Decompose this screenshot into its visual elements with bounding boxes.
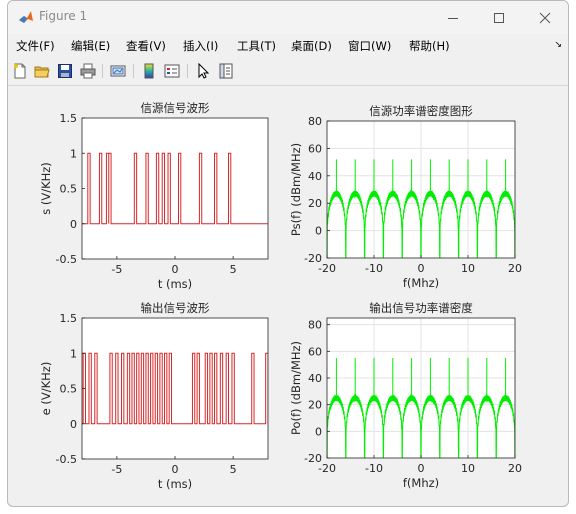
chart-title: 输出信号波形	[141, 301, 210, 315]
x-tick-label: 0	[172, 263, 179, 276]
y-tick-label: 0	[315, 225, 322, 238]
x-axis-label: t (ms)	[158, 277, 192, 291]
y-tick-label: -0.5	[56, 453, 77, 466]
x-tick-label: -5	[111, 263, 122, 276]
y-axis-label: Ps(f) (dBm/MHz)	[289, 143, 303, 236]
x-tick-label: 5	[230, 463, 237, 476]
x-tick-label: 20	[508, 462, 522, 475]
x-tick-label: -10	[365, 262, 383, 275]
y-axis-label: Po(f) (dBm/MHz)	[289, 341, 303, 435]
y-tick-label: 20	[308, 197, 322, 210]
y-tick-label: 0	[70, 418, 77, 431]
x-tick-label: -10	[365, 462, 383, 475]
y-tick-label: 1	[70, 147, 77, 160]
x-tick-label: 0	[418, 262, 425, 275]
x-axis-label: f(Mhz)	[403, 476, 439, 490]
y-tick-label: 80	[308, 319, 322, 332]
y-tick-label: -0.5	[56, 253, 77, 266]
y-tick-label: 0.5	[60, 183, 78, 196]
x-axis-label: f(Mhz)	[403, 276, 439, 290]
y-tick-label: 0	[70, 218, 77, 231]
y-axis-label: e (V/KHz)	[39, 362, 53, 416]
x-tick-label: 5	[230, 263, 237, 276]
axes-2: -20 -10 0 10 20-20020406080信源功率谱密度图形f(Mhz)Ps…	[289, 104, 522, 290]
chart-title: 输出信号功率谱密度	[369, 301, 473, 315]
y-tick-label: -20	[304, 452, 322, 465]
axes-4: -20 -10 0 10 20-20020406080输出信号功率谱密度f(Mhz)Po…	[289, 301, 522, 490]
x-tick-label: -5	[111, 463, 122, 476]
x-tick-label: 10	[461, 262, 475, 275]
figure-plot-area: -5 0 5 -0.5 0 0.5 1 1.5 信源信号波形 t (ms) s (V/KHz) -20…	[39, 101, 522, 491]
plot-background	[82, 118, 268, 259]
y-tick-label: -20	[304, 252, 322, 265]
y-tick-label: 1.5	[60, 112, 78, 125]
y-tick-label: 1.5	[60, 312, 78, 325]
chart-title: 信源信号波形	[141, 101, 210, 115]
y-tick-label: 40	[308, 170, 322, 183]
x-tick-label: 10	[461, 462, 475, 475]
y-tick-label: 80	[308, 115, 322, 128]
y-tick-label: 0.5	[60, 383, 78, 396]
y-tick-label: 1	[70, 347, 77, 360]
axes-3: -5 0 5 -0.5 0 0.5 1 1.5 输出信号波形 t (ms) e (V/KHz)	[39, 301, 269, 491]
y-tick-label: 40	[308, 372, 322, 385]
y-tick-label: 0	[315, 425, 322, 438]
y-tick-label: 20	[308, 399, 322, 412]
y-tick-label: 60	[308, 142, 322, 155]
y-axis-label: s (V/KHz)	[39, 162, 53, 215]
axes-1: -5 0 5 -0.5 0 0.5 1 1.5 信源信号波形 t (ms) s (V/KHz)	[39, 101, 269, 291]
x-tick-label: 20	[508, 262, 522, 275]
chart-title: 信源功率谱密度图形	[369, 104, 473, 118]
x-axis-label: t (ms)	[158, 477, 192, 491]
x-tick-label: 0	[418, 462, 425, 475]
x-tick-label: 0	[172, 463, 179, 476]
y-tick-label: 60	[308, 345, 322, 358]
